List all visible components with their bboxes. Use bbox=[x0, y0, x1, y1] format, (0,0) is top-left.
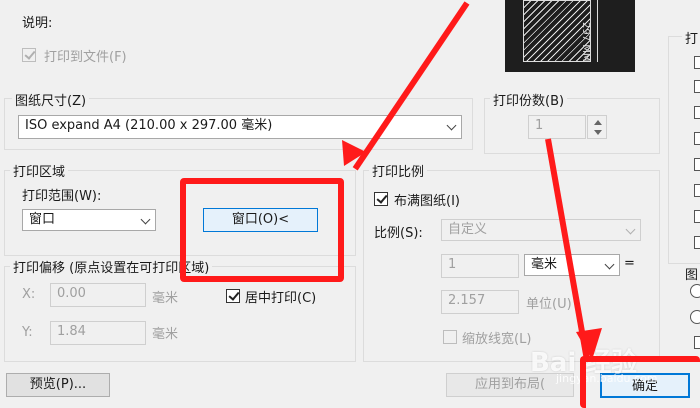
print-to-file-label: 打印到文件(F) bbox=[44, 50, 127, 65]
window-pick-button[interactable]: 窗口(O)< bbox=[203, 208, 318, 232]
description-label: 说明: bbox=[22, 16, 53, 31]
scale-value1: 1 bbox=[448, 257, 457, 272]
right-panel-title-2: 图 bbox=[682, 264, 700, 283]
chevron-down-icon bbox=[625, 224, 636, 235]
plot-area-title: 打印区域 bbox=[10, 161, 69, 180]
offset-y-unit: 毫米 bbox=[152, 327, 179, 342]
offset-x-unit: 毫米 bbox=[152, 291, 179, 306]
scale-unit-value: 毫米 bbox=[531, 257, 558, 272]
right-checkbox-1[interactable] bbox=[694, 56, 700, 69]
right-panel-group bbox=[668, 36, 700, 264]
right-checkbox-3[interactable] bbox=[694, 106, 700, 119]
scale-label: 比例(S): bbox=[374, 226, 423, 241]
copies-spinner[interactable] bbox=[587, 115, 607, 139]
spin-down-icon bbox=[594, 130, 602, 135]
offset-y-label: Y: bbox=[22, 325, 33, 340]
plot-range-select[interactable]: 窗口 bbox=[22, 209, 156, 231]
paper-size-value: ISO expand A4 (210.00 x 297.00 毫米) bbox=[25, 118, 273, 133]
scale-lineweights-label: 缩放线宽(L) bbox=[462, 332, 532, 347]
red-arrow-head-2 bbox=[576, 328, 602, 360]
offset-x-value: 0.00 bbox=[57, 286, 86, 301]
offset-y-value: 1.84 bbox=[57, 324, 86, 339]
right-radio-2[interactable] bbox=[690, 310, 700, 324]
spin-up-icon bbox=[594, 120, 602, 125]
scale-unit-label: 单位(U) bbox=[526, 297, 572, 312]
scale-lineweights-checkbox[interactable] bbox=[443, 330, 457, 344]
plot-offset-title: 打印偏移 (原点设置在可打印区域) bbox=[10, 257, 213, 276]
scale-value1-input[interactable]: 1 bbox=[441, 254, 519, 278]
chevron-down-icon bbox=[604, 259, 615, 270]
scale-select[interactable]: 自定义 bbox=[441, 219, 641, 241]
preview-dimension: 297 MM bbox=[580, 22, 591, 62]
print-to-file-checkbox[interactable] bbox=[22, 48, 36, 62]
watermark-url: jingyan.baidu.com bbox=[556, 372, 658, 385]
chevron-down-icon bbox=[140, 214, 151, 225]
paper-size-title: 图纸尺寸(Z) bbox=[12, 90, 90, 109]
plot-offset-group bbox=[4, 266, 356, 362]
scale-value2-input[interactable]: 2.157 bbox=[441, 290, 519, 314]
plot-range-value: 窗口 bbox=[29, 212, 56, 227]
right-panel-title: 打 bbox=[682, 28, 700, 47]
plot-scale-title: 打印比例 bbox=[369, 161, 428, 180]
right-checkbox-6[interactable] bbox=[694, 184, 700, 197]
copies-title: 打印份数(B) bbox=[490, 90, 568, 109]
copies-input[interactable]: 1 bbox=[528, 115, 586, 139]
right-checkbox-4[interactable] bbox=[694, 132, 700, 145]
center-plot-label: 居中打印(C) bbox=[245, 291, 317, 306]
offset-x-input[interactable]: 0.00 bbox=[50, 283, 146, 307]
right-checkbox-7[interactable] bbox=[694, 210, 700, 223]
equals-sign: = bbox=[624, 256, 635, 271]
dimension-line bbox=[597, 0, 598, 62]
paper-preview: 297 MM bbox=[505, 0, 635, 72]
right-radio-1[interactable] bbox=[690, 284, 700, 298]
preview-button[interactable]: 预览(P)... bbox=[6, 373, 110, 397]
offset-y-input[interactable]: 1.84 bbox=[50, 321, 146, 345]
scale-value: 自定义 bbox=[448, 222, 488, 237]
scale-value2: 2.157 bbox=[448, 293, 486, 308]
offset-x-label: X: bbox=[22, 287, 36, 302]
red-arrow-head-1 bbox=[342, 140, 366, 166]
copies-value: 1 bbox=[535, 118, 544, 133]
scale-unit-select[interactable]: 毫米 bbox=[524, 254, 620, 276]
plot-range-label: 打印范围(W): bbox=[22, 189, 102, 204]
right-checkbox-2[interactable] bbox=[694, 80, 700, 93]
center-plot-checkbox[interactable] bbox=[226, 289, 240, 303]
right-checkbox-9[interactable] bbox=[694, 336, 700, 349]
fit-to-paper-label: 布满图纸(I) bbox=[394, 194, 460, 209]
right-checkbox-5[interactable] bbox=[694, 158, 700, 171]
chevron-down-icon bbox=[446, 120, 457, 131]
fit-to-paper-checkbox[interactable] bbox=[374, 192, 388, 206]
right-checkbox-8[interactable] bbox=[694, 236, 700, 249]
paper-size-select[interactable]: ISO expand A4 (210.00 x 297.00 毫米) bbox=[18, 115, 462, 139]
